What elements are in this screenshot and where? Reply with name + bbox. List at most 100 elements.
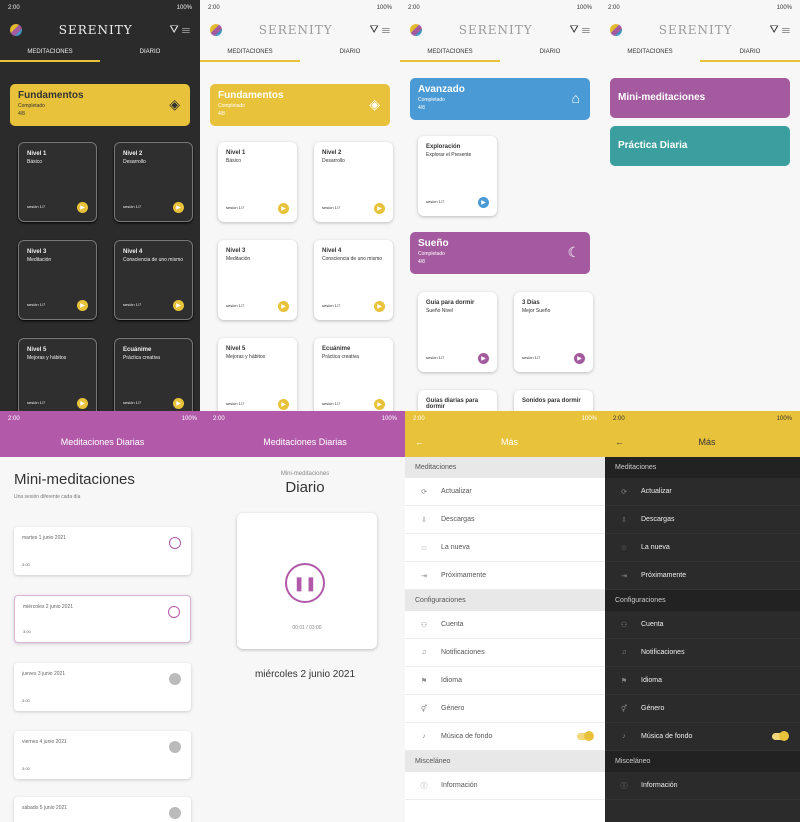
menu-item[interactable]: ☆ La nueva [605, 534, 800, 562]
menu-item[interactable]: ⟳ Actualizar [605, 478, 800, 506]
level-card[interactable]: Nivel 1 Básico sesión 1/7 ▶ [18, 142, 97, 222]
avanzado-banner[interactable]: Avanzado Completado 4/8 ⌂ [410, 78, 590, 120]
star-icon: ☆ [620, 544, 628, 552]
day-card[interactable]: viernes 4 junio 2021 3:00 [14, 731, 191, 779]
login-icon: ⇥ [621, 572, 627, 580]
tab-meditaciones[interactable]: MEDITACIONES [200, 44, 300, 62]
tab-diario[interactable]: DIARIO [300, 44, 400, 62]
level-card[interactable]: Nivel 3 Meditación sesión 1/7 ▶ [18, 240, 97, 320]
play-icon[interactable]: ▶ [77, 202, 88, 213]
tab-diario[interactable]: DIARIO [700, 44, 800, 62]
menu-item[interactable]: ⟳ Actualizar [405, 478, 605, 506]
menu-item[interactable]: ⚑ Idioma [405, 667, 605, 695]
menu-item[interactable]: ⚇ Cuenta [605, 611, 800, 639]
level-card[interactable]: Guía para dormir Sueño Nivel sesión 1/7 ▶ [418, 292, 497, 372]
fundamentos-banner[interactable]: Fundamentos Completado 4/8 ◈ [10, 84, 190, 126]
header-actions[interactable]: ⛛ ☰ [369, 24, 390, 37]
play-icon[interactable]: ▶ [173, 202, 184, 213]
status-time: 2:00 [408, 5, 420, 11]
level-card[interactable]: Nivel 5 Mejoras y hábitos sesión 1/7 ▶ [18, 338, 97, 411]
menu-item[interactable]: ⚥ Género [405, 695, 605, 723]
tab-diario[interactable]: DIARIO [100, 44, 200, 62]
level-card[interactable]: Nivel 3 Meditación sesión 1/7 ▶ [218, 240, 297, 320]
play-icon[interactable]: ▶ [478, 197, 489, 208]
tab-meditaciones[interactable]: MEDITACIONES [0, 44, 100, 62]
menu-item[interactable]: ⓘ Información [605, 772, 800, 800]
play-icon[interactable]: ▶ [478, 353, 489, 364]
card-meta: sesión 1/7 [426, 355, 445, 360]
play-icon[interactable]: ▶ [374, 203, 385, 214]
card-desc: Consciencia de uno mismo [123, 257, 184, 263]
menu-item[interactable]: ⚑ Idioma [605, 667, 800, 695]
back-arrow-icon[interactable]: ← [415, 437, 424, 447]
play-icon[interactable]: ▶ [574, 353, 585, 364]
level-card[interactable]: Exploración Explorar el Presente sesión 1/… [418, 136, 497, 216]
level-card[interactable]: 3 Días Mejor Sueño sesión 1/7 ▶ [514, 292, 593, 372]
level-card[interactable]: Nivel 2 Desarrollo sesión 1/7 ▶ [314, 142, 393, 222]
player-screen: 2:00 100% Meditaciones Diarias Mini-medi… [205, 411, 405, 822]
day-card[interactable]: martes 1 junio 2021 3:00 [14, 527, 191, 575]
menu-item[interactable]: ♫ Notificaciones [605, 639, 800, 667]
menu-label: Música de fondo [441, 733, 493, 740]
level-card[interactable]: Nivel 4 Consciencia de uno mismo sesión 1/… [114, 240, 193, 320]
brand-title: SERENITY [258, 23, 333, 37]
level-card[interactable]: Guías diarias para dormir [418, 390, 497, 411]
menu-item[interactable]: ⇩ Descargas [605, 506, 800, 534]
tab-meditaciones[interactable]: MEDITACIONES [400, 44, 500, 62]
header-actions[interactable]: ⛛ ☰ [769, 24, 790, 37]
level-card[interactable]: Ecuánime Práctica creativa sesión 1/7 ▶ [314, 338, 393, 411]
mini-meditaciones-button[interactable]: Mini-meditaciones [610, 78, 790, 118]
practica-diaria-button[interactable]: Práctica Diaria [610, 126, 790, 166]
menu-item[interactable]: ♪ Música de fondo [405, 723, 605, 751]
status-battery: 100% [576, 5, 592, 11]
day-card[interactable]: sábado 5 junio 2021 [14, 797, 191, 822]
menu-item[interactable]: ☆ La nueva [405, 534, 605, 562]
play-circle-icon[interactable] [169, 537, 181, 549]
banner-count: 4/8 [218, 111, 225, 117]
play-icon[interactable]: ▶ [278, 399, 289, 410]
card-desc: Desarrollo [322, 158, 345, 164]
day-card[interactable]: miércoles 2 junio 2021 3:00 [14, 595, 191, 643]
diario-screen: 2:00 100% SERENITY ⛛ ☰ MEDITACIONES DIAR… [600, 0, 800, 411]
menu-item[interactable]: ⓘ Información [405, 772, 605, 800]
card-desc: Explorar el Presente [426, 152, 472, 158]
play-icon[interactable]: ▶ [374, 301, 385, 312]
play-icon[interactable]: ▶ [77, 398, 88, 409]
menu-item[interactable]: ♪ Música de fondo [605, 723, 800, 751]
card-meta: sesión 1/7 [522, 355, 541, 360]
level-card[interactable]: Nivel 1 Básico sesión 1/7 ▶ [218, 142, 297, 222]
play-icon[interactable]: ▶ [374, 399, 385, 410]
header-actions[interactable]: ⛛ ☰ [569, 24, 590, 37]
tab-meditaciones[interactable]: MEDITACIONES [600, 44, 700, 62]
header-actions[interactable]: ⛛ ☰ [169, 24, 190, 37]
menu-item[interactable]: ♫ Notificaciones [405, 639, 605, 667]
menu-item[interactable]: ⇩ Descargas [405, 506, 605, 534]
music-toggle[interactable] [577, 731, 594, 741]
play-icon[interactable]: ▶ [173, 398, 184, 409]
play-icon[interactable]: ▶ [278, 301, 289, 312]
play-circle-icon[interactable] [168, 606, 180, 618]
play-icon[interactable]: ▶ [77, 300, 88, 311]
level-card[interactable]: Nivel 2 Desarrollo sesión 1/7 ▶ [114, 142, 193, 222]
day-card[interactable]: jueves 3 junio 2021 3:00 [14, 663, 191, 711]
card-title: Guías diarias para dormir [426, 398, 479, 410]
music-toggle[interactable] [772, 731, 789, 741]
menu-item[interactable]: ⇥ Próximamente [405, 562, 605, 590]
menu-item[interactable]: ⚇ Cuenta [405, 611, 605, 639]
menu-item[interactable]: ⚥ Género [605, 695, 800, 723]
tab-diario[interactable]: DIARIO [500, 44, 600, 62]
play-icon[interactable]: ▶ [173, 300, 184, 311]
level-card[interactable]: Nivel 5 Mejoras y hábitos sesión 1/7 ▶ [218, 338, 297, 411]
card-meta: sesión 1/7 [226, 303, 245, 308]
level-card[interactable]: Sonidos para dormir [514, 390, 593, 411]
fundamentos-banner[interactable]: Fundamentos Completado 4/8 ◈ [210, 84, 390, 126]
sueno-banner[interactable]: Sueño Completado 4/8 ☾ [410, 232, 590, 274]
status-bar: 2:00 100% [0, 0, 200, 16]
level-card[interactable]: Ecuánime Práctica creativa sesión 1/7 ▶ [114, 338, 193, 411]
play-icon[interactable]: ▶ [278, 203, 289, 214]
level-card[interactable]: Nivel 4 Consciencia de uno mismo sesión 1/… [314, 240, 393, 320]
card-meta: sesión 1/7 [322, 303, 341, 308]
menu-item[interactable]: ⇥ Próximamente [605, 562, 800, 590]
pause-button[interactable]: ❚❚ [285, 563, 325, 603]
back-arrow-icon[interactable]: ← [615, 437, 624, 447]
